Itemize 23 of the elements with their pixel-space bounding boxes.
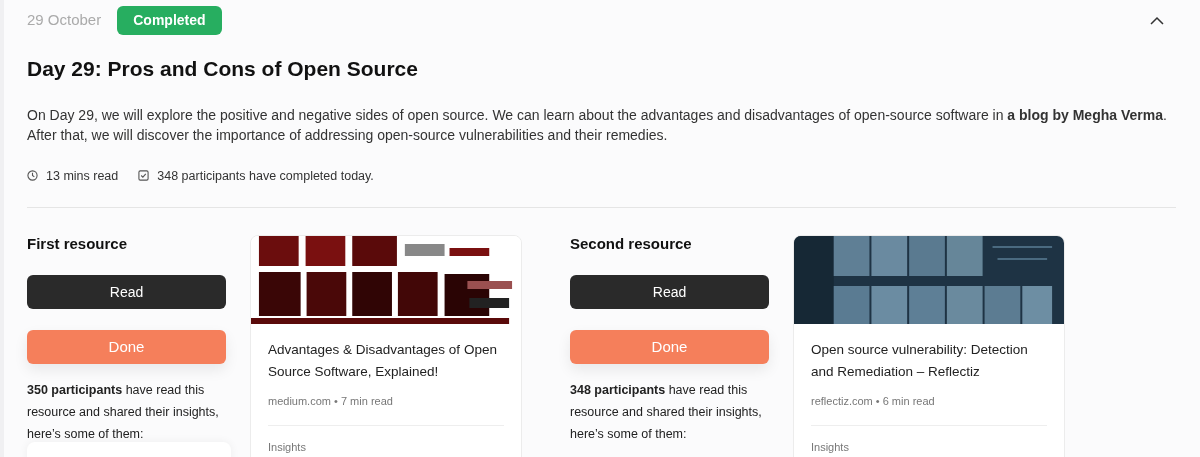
article-source: medium.com • 7 min read: [268, 394, 394, 410]
insights-label: Insights: [268, 439, 307, 455]
participants-summary: 350 participants have read this resource and shared their insights, here’s some of them:: [27, 382, 220, 444]
insights-label: Insights: [811, 439, 850, 455]
resource-heading: Second resource: [570, 235, 693, 254]
description: On Day 29, we will explore the positive and negative sides of open source. We can learn about the advantages and disadvantages of open-source software in a blog by Megha Verma. After that, we will discover the importance of addressing open-source vulnerabilities and their remedies.: [27, 105, 1168, 145]
article-title: Advantages & Disadvantages of Open Source Software, Explained!: [268, 341, 498, 382]
day-title: Day 29: Pros and Cons of Open Source: [27, 56, 419, 82]
chevron-icon: [1150, 16, 1164, 25]
checkbox-icon: [138, 170, 150, 182]
completion-count: 348 participants have completed today.: [157, 167, 374, 185]
article-card[interactable]: Advantages & Disadvantages of Open Source Software, Explained! medium.com • 7 min read Insights: [250, 235, 522, 457]
article-title: Open source vulnerability: Detection and Remediation – Reflectiz: [811, 341, 1029, 382]
read-button[interactable]: Read: [570, 275, 769, 310]
clock-icon: [27, 170, 38, 182]
article-source: reflectiz.com • 6 min read: [811, 394, 936, 410]
article-card[interactable]: Open source vulnerability: Detection and Remediation – Reflectiz reflectiz.com • 6 min read Insights: [793, 235, 1065, 457]
date-label: 29 October: [27, 10, 102, 31]
read-button[interactable]: Read: [27, 275, 226, 310]
participants-summary: 348 participants have read this resource and shared their insights, here’s some of them:: [570, 382, 763, 444]
resource-heading: First resource: [27, 235, 129, 254]
status-badge: Completed: [117, 6, 222, 35]
read-time: 13 mins read: [46, 167, 119, 185]
